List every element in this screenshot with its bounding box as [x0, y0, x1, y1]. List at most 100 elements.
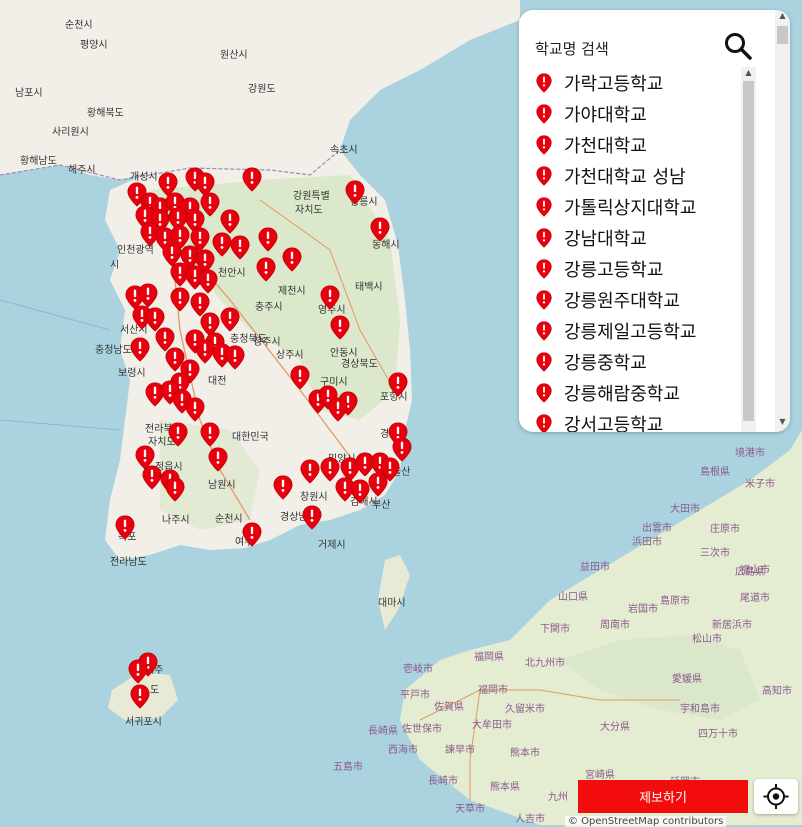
map-label: 부산	[372, 499, 390, 511]
school-name: 강릉제일고등학교	[564, 321, 697, 343]
school-list-item[interactable]: 강릉해람중학교	[530, 377, 748, 408]
report-button[interactable]: 제보하기	[578, 780, 748, 813]
school-list-item[interactable]: 가천대학교 성남	[530, 160, 748, 191]
map-label: 포항시	[380, 391, 408, 403]
map-label: 佐世保市	[402, 722, 442, 735]
map-pin-icon	[536, 259, 552, 279]
map-pin-icon	[536, 73, 552, 93]
school-list-item[interactable]: 가톨릭상지대학교	[530, 191, 748, 222]
school-list-item[interactable]: 강남대학교	[530, 222, 748, 253]
map-label: 제천시	[278, 285, 306, 297]
map-label: 壱岐市	[403, 662, 433, 675]
map-label: 西海市	[388, 743, 418, 756]
school-list-item[interactable]: 강서고등학교	[530, 408, 748, 432]
map-label: 강원도	[248, 83, 276, 95]
school-list-item[interactable]: 가락고등학교	[530, 67, 748, 98]
crosshair-icon[interactable]	[754, 779, 798, 814]
map-label: 境港市	[735, 446, 765, 459]
map-label: 사리원시	[52, 126, 89, 138]
school-list[interactable]: 가락고등학교 가야대학교 가천대학교 가천대학교 성남 가톨릭상지대학교 강남대…	[530, 67, 748, 432]
map-label: 태백시	[355, 281, 383, 293]
school-name: 가야대학교	[564, 104, 647, 126]
map-label: 충청북도	[230, 333, 267, 345]
map-label: 福岡県	[474, 650, 504, 663]
map-pin-icon	[536, 197, 552, 217]
map-label: 米子市	[745, 477, 775, 490]
map-label: 상주시	[276, 349, 304, 361]
list-scrollbar[interactable]: ▲	[741, 67, 756, 432]
map-label: 속초시	[330, 144, 358, 156]
school-name: 강릉고등학교	[564, 259, 664, 281]
map-label: 창원시	[300, 491, 328, 503]
school-list-item[interactable]: 가천대학교	[530, 129, 748, 160]
scroll-up-arrow-icon[interactable]: ▲	[741, 67, 756, 79]
map-label: 九州	[548, 791, 568, 803]
map-label: 황해북도	[87, 106, 124, 119]
map-label: 황해남도	[20, 154, 57, 167]
map-label: 거제시	[318, 539, 346, 551]
map-label: 도	[150, 685, 159, 696]
scroll-up-arrow-icon[interactable]: ▲	[775, 10, 790, 22]
map-label: 개성시	[130, 171, 158, 183]
school-list-item[interactable]: 강릉제일고등학교	[530, 315, 748, 346]
map-pin-icon	[536, 104, 552, 124]
map-label: 福山市	[740, 563, 770, 576]
map-label: 해주시	[68, 163, 96, 176]
school-list-item[interactable]: 강릉고등학교	[530, 253, 748, 284]
map-pin-icon	[536, 135, 552, 155]
school-list-item[interactable]: 가야대학교	[530, 98, 748, 129]
map-label: 서귀포시	[125, 716, 162, 728]
school-name: 강릉중학교	[564, 352, 647, 374]
map-label: 천안시	[218, 267, 246, 279]
map-pin-icon	[536, 290, 552, 310]
map-label: 愛媛県	[672, 672, 702, 685]
map-label: 대한민국	[232, 431, 269, 443]
map-label: 충주시	[255, 301, 283, 313]
map-label: 久留米市	[505, 702, 545, 715]
list-scroll-thumb[interactable]	[743, 81, 754, 421]
map-pin-icon	[536, 166, 552, 186]
map-label: 전라남도	[110, 556, 147, 568]
map-label: 순천시	[215, 513, 243, 525]
scroll-down-arrow-icon[interactable]: ▼	[775, 416, 790, 428]
map-label: 浜田市	[632, 535, 662, 548]
map-label: 나주시	[162, 514, 190, 526]
map-label: 長崎県	[368, 724, 398, 737]
map-label: 순천시	[65, 19, 93, 31]
school-name: 가락고등학교	[564, 73, 664, 95]
map-pin-icon	[536, 228, 552, 248]
map-label: 五島市	[333, 760, 363, 773]
map-label: 시	[110, 259, 119, 271]
map-label: 大牟田市	[472, 718, 512, 731]
map-label: 남포시	[15, 87, 43, 99]
map-label: 尾道市	[740, 591, 770, 604]
map-attribution[interactable]: © OpenStreetMap contributors	[565, 816, 727, 827]
map-label: 周南市	[600, 618, 630, 631]
map-label: 대전	[208, 375, 226, 387]
school-name: 가톨릭상지대학교	[564, 197, 697, 219]
panel-scrollbar[interactable]: ▲ ▼	[775, 10, 790, 432]
map-label: 대마시	[378, 597, 406, 609]
school-search-panel: 학교명 검색 가락고등학교 가야대학교 가천대학교 가천대학교 성남 가톨릭상지…	[519, 10, 790, 432]
map-pin-icon	[536, 383, 552, 403]
panel-scroll-thumb[interactable]	[777, 26, 788, 44]
map-label: 益田市	[580, 560, 610, 573]
map-label: 島原市	[660, 594, 690, 607]
map-label: 남원시	[208, 479, 236, 491]
map-label: 동해시	[372, 238, 400, 251]
map-label: 長崎市	[428, 774, 458, 787]
map-pin-icon	[536, 414, 552, 433]
map-label: 안동시	[330, 347, 358, 359]
school-list-item[interactable]: 강릉원주대학교	[530, 284, 748, 315]
map-label: 보령시	[118, 367, 146, 379]
map-label: 강원특별	[293, 190, 330, 202]
search-icon[interactable]	[722, 30, 754, 62]
map-label: 岩国市	[628, 602, 658, 615]
map-label: 平戸市	[400, 688, 430, 701]
map-label: 인천광역	[117, 244, 154, 256]
school-list-item[interactable]: 강릉중학교	[530, 346, 748, 377]
map-label: 평양시	[80, 39, 108, 51]
panel-title: 학교명 검색	[535, 40, 609, 58]
school-name: 강릉원주대학교	[564, 290, 680, 312]
map-label: 天草市	[455, 802, 485, 815]
